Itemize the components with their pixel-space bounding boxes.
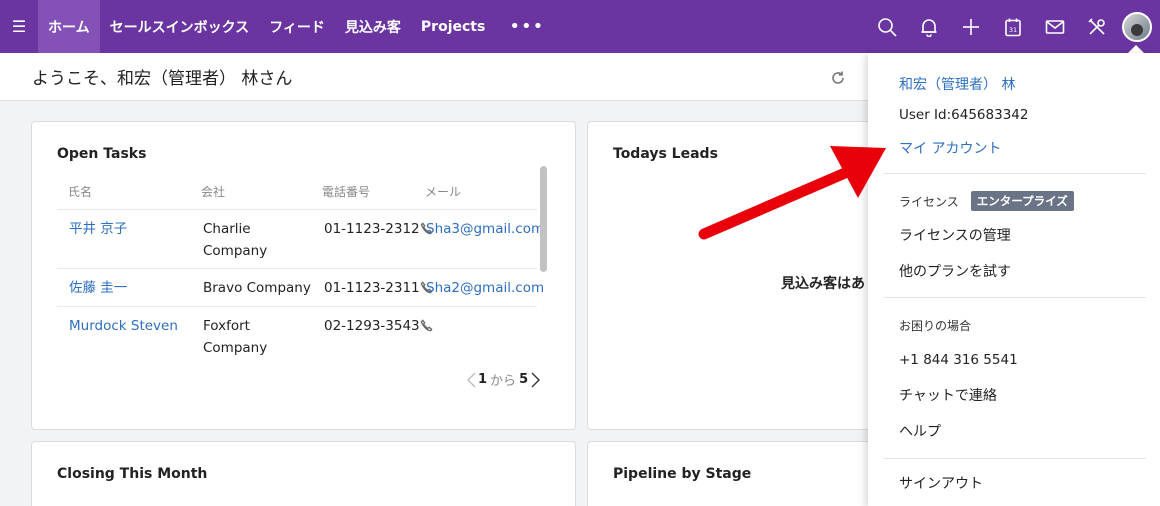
task-phone: 01-1123-2312 (324, 218, 433, 240)
pagination: 1 から 5 (464, 370, 542, 389)
todays-leads-card: Todays Leads 見込み客はあ (587, 121, 887, 430)
task-company: Foxfort Company (203, 318, 268, 356)
task-phone-number: 02-1293-3543 (324, 318, 420, 334)
task-email[interactable]: Sha3@gmail.com (426, 218, 544, 240)
menu-user-name[interactable]: 和宏（管理者） 林 (899, 74, 1015, 94)
menu-help-heading: お困りの場合 (899, 319, 972, 333)
task-contact-name[interactable]: Murdock Steven (69, 315, 178, 337)
license-badge: エンタープライズ (970, 191, 1074, 211)
current-page: 1 (478, 372, 488, 387)
page-separator: から (490, 374, 517, 389)
task-email[interactable]: Sha2@gmail.com (426, 277, 544, 299)
closing-this-month-card: Closing This Month (31, 441, 576, 506)
scrollbar-thumb[interactable] (540, 166, 547, 272)
menu-divider (884, 297, 1146, 298)
task-company: Bravo Company (203, 280, 311, 296)
table-row[interactable]: 佐藤 圭一 Bravo Company 01-1123-2311 Sha2@gm… (57, 269, 544, 307)
user-dropdown-menu: 和宏（管理者） 林 User Id:645683342 マイ アカウント ライセ… (868, 53, 1160, 506)
open-tasks-card: Open Tasks 氏名 会社 電話番号 メール 平井 京子 Charlie … (31, 121, 576, 430)
menu-try-other-plans[interactable]: 他のプランを試す (899, 261, 1011, 281)
top-navbar: ☰ ホーム セールスインボックス フィード 見込み客 Projects ••• … (0, 0, 1160, 53)
task-company: Charlie Company (203, 221, 268, 259)
task-phone: 02-1293-3543 (324, 315, 433, 337)
task-contact-name[interactable]: 平井 京子 (69, 218, 127, 240)
tools-icon[interactable] (1076, 0, 1118, 53)
empty-state-text: 見込み客はあ (781, 276, 865, 292)
search-icon[interactable] (866, 0, 908, 53)
menu-caret (1128, 45, 1144, 53)
pipeline-by-stage-title: Pipeline by Stage (613, 466, 752, 482)
nav-tab-home[interactable]: ホーム (38, 0, 100, 53)
task-phone-number: 01-1123-2312 (324, 221, 420, 237)
refresh-icon[interactable] (830, 70, 846, 86)
plus-icon[interactable] (950, 0, 992, 53)
todays-leads-title: Todays Leads (613, 146, 718, 162)
menu-sign-out[interactable]: サインアウト (899, 473, 983, 493)
column-header-company: 会社 (201, 185, 226, 199)
page-title: ようこそ、和宏（管理者） 林さん (32, 69, 293, 89)
open-tasks-title: Open Tasks (57, 146, 147, 162)
mail-icon[interactable] (1034, 0, 1076, 53)
column-header-email: メール (425, 185, 462, 199)
task-contact-name[interactable]: 佐藤 圭一 (69, 277, 127, 299)
closing-this-month-title: Closing This Month (57, 466, 208, 482)
nav-icon-group: 31 (866, 0, 1160, 53)
nav-tab-leads[interactable]: 見込み客 (335, 0, 411, 53)
phone-icon[interactable] (420, 317, 433, 332)
pipeline-by-stage-card: Pipeline by Stage (587, 441, 887, 506)
menu-chat[interactable]: チャットで連絡 (899, 385, 997, 405)
task-phone-number: 01-1123-2311 (324, 280, 420, 296)
prev-page-icon[interactable] (464, 371, 478, 389)
column-header-name: 氏名 (68, 185, 93, 199)
menu-user-id: User Id:645683342 (899, 107, 1029, 123)
menu-my-account[interactable]: マイ アカウント (899, 138, 1001, 158)
nav-tab-projects[interactable]: Projects (411, 0, 495, 53)
menu-help[interactable]: ヘルプ (899, 421, 941, 441)
table-header: 氏名 会社 電話番号 メール (57, 174, 537, 210)
hamburger-menu-icon[interactable]: ☰ (0, 0, 38, 53)
nav-more-icon[interactable]: ••• (495, 0, 558, 53)
calendar-day: 31 (1009, 26, 1017, 34)
menu-manage-license[interactable]: ライセンスの管理 (899, 225, 1011, 245)
table-scrollbar[interactable] (538, 164, 548, 364)
menu-divider (884, 173, 1146, 174)
menu-license-row: ライセンス エンタープライズ (899, 191, 1074, 211)
next-page-icon[interactable] (528, 371, 542, 389)
avatar[interactable] (1122, 11, 1152, 42)
menu-divider (884, 458, 1146, 459)
table-row[interactable]: Murdock Steven Foxfort Company 02-1293-3… (57, 307, 537, 363)
table-row[interactable]: 平井 京子 Charlie Company 01-1123-2312 Sha3@… (57, 210, 544, 269)
nav-tab-feed[interactable]: フィード (259, 0, 335, 53)
calendar-icon[interactable]: 31 (992, 0, 1034, 53)
column-header-phone: 電話番号 (322, 185, 371, 199)
bell-icon[interactable] (908, 0, 950, 53)
nav-tab-sales-inbox[interactable]: セールスインボックス (100, 0, 260, 53)
open-tasks-table: 氏名 会社 電話番号 メール 平井 京子 Charlie Company 01-… (57, 174, 544, 363)
menu-support-phone[interactable]: +1 844 316 5541 (899, 352, 1018, 368)
menu-license-label: ライセンス (899, 195, 959, 209)
task-phone: 01-1123-2311 (324, 277, 433, 299)
total-pages: 5 (519, 372, 529, 387)
